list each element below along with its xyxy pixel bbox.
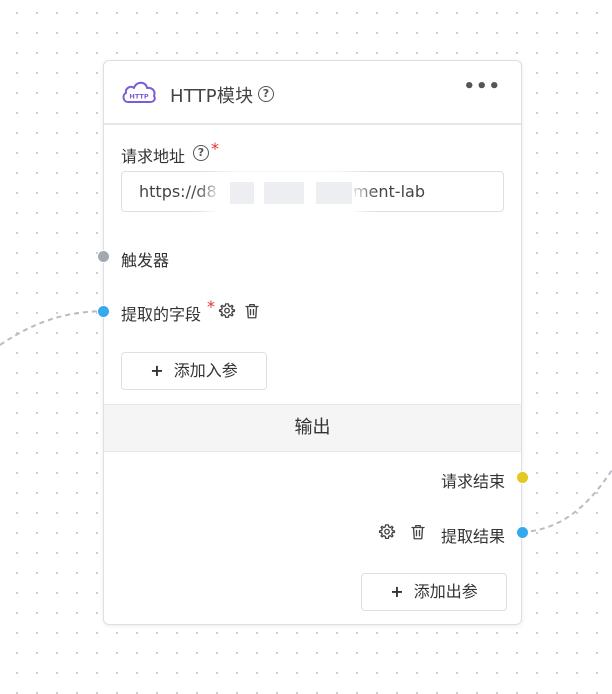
add-input-param-button[interactable]: + 添加入参 [121, 352, 267, 390]
extract-result-label: 提取结果 [440, 527, 505, 546]
redaction-blur-segment [316, 182, 352, 204]
url-value-start: https://d8 [139, 182, 217, 201]
trigger-input-port[interactable] [97, 250, 110, 263]
url-value-end: tment-lab [346, 182, 425, 201]
extract-field-input-port[interactable] [97, 305, 110, 318]
url-required-mark: * [211, 139, 219, 158]
output-section-header: 输出 [104, 404, 521, 452]
http-module-node[interactable]: HTTP HTTP模块 ? ••• 请求地址 ? * https://d8 tme… [97, 60, 529, 625]
extract-field-label: 提取的字段 [121, 305, 202, 324]
redaction-blur-segment [230, 182, 254, 204]
add-output-param-button[interactable]: + 添加出参 [361, 573, 507, 611]
outgoing-edge [521, 469, 612, 533]
gear-icon[interactable] [378, 523, 396, 541]
url-help-icon[interactable]: ? [193, 145, 209, 161]
add-input-param-label: 添加入参 [173, 361, 238, 380]
plus-icon: + [150, 361, 164, 380]
gear-icon[interactable] [218, 302, 236, 320]
http-icon-text: HTTP [129, 93, 148, 101]
node-title: HTTP模块 [170, 86, 254, 107]
request-end-output-port[interactable] [516, 471, 529, 484]
extract-result-output-port[interactable] [516, 526, 529, 539]
trigger-label: 触发器 [121, 251, 170, 270]
plus-icon: + [390, 582, 404, 601]
add-output-param-label: 添加出参 [413, 582, 478, 601]
trash-icon[interactable] [243, 302, 261, 320]
redaction-blur-segment [264, 182, 304, 204]
incoming-edge [0, 310, 105, 346]
request-end-label: 请求结束 [440, 472, 505, 491]
http-cloud-icon: HTTP [122, 81, 156, 103]
extract-field-required-mark: * [207, 297, 215, 316]
more-options-button[interactable]: ••• [463, 76, 501, 97]
help-icon[interactable]: ? [258, 86, 274, 102]
node-header[interactable]: HTTP HTTP模块 ? ••• [104, 61, 521, 125]
request-url-label: 请求地址 [121, 147, 186, 166]
trash-icon[interactable] [409, 523, 427, 541]
